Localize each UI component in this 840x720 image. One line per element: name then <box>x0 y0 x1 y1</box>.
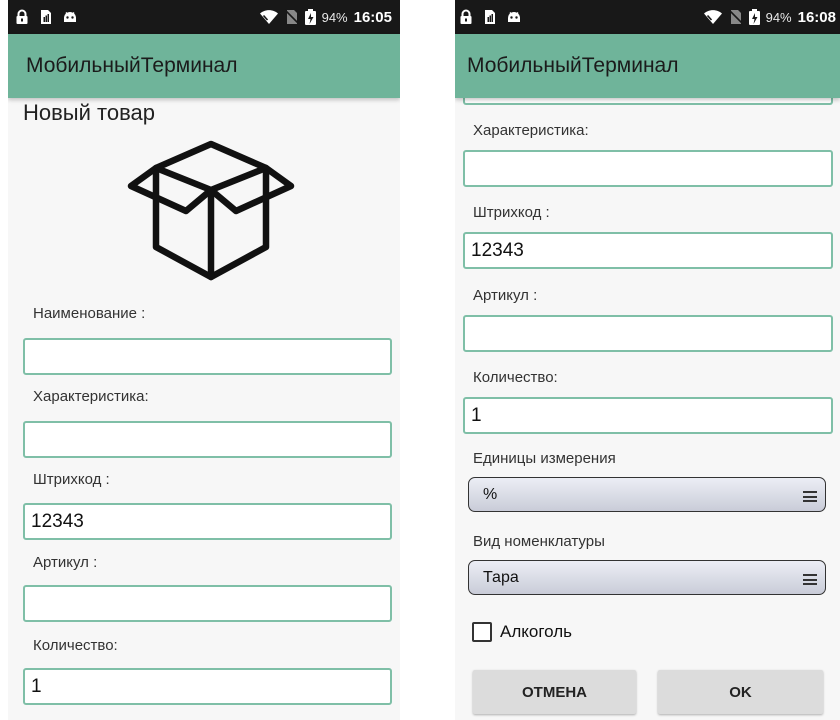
box-icon <box>127 140 295 281</box>
characteristic-label: Характеристика: <box>473 122 589 139</box>
no-sim-icon <box>284 9 299 25</box>
quantity-label: Количество: <box>473 369 558 386</box>
clock: 16:05 <box>353 8 392 26</box>
alcohol-checkbox[interactable] <box>472 622 492 642</box>
article-input[interactable] <box>23 585 392 622</box>
name-input[interactable] <box>23 338 392 375</box>
lock-icon <box>16 9 28 24</box>
lock-icon <box>460 9 472 24</box>
units-label: Единицы измерения <box>473 450 616 467</box>
alcohol-label[interactable]: Алкоголь <box>500 622 572 642</box>
wifi-icon <box>259 10 278 24</box>
quantity-input[interactable]: 1 <box>23 668 392 705</box>
characteristic-label: Характеристика: <box>33 388 149 405</box>
app-bar: МобильныйТерминал <box>8 34 400 98</box>
characteristic-input[interactable] <box>23 421 392 458</box>
barcode-input[interactable]: 12343 <box>23 503 392 540</box>
battery-percent: 94% <box>321 9 348 25</box>
article-label: Артикул : <box>33 554 98 571</box>
menu-icon <box>803 491 817 502</box>
units-select[interactable]: % <box>468 477 826 512</box>
battery-icon <box>748 9 760 25</box>
units-select-value: % <box>483 485 498 503</box>
clock: 16:08 <box>797 8 836 26</box>
quantity-label: Количество: <box>33 637 118 654</box>
app-bar: МобильныйТерминал <box>455 34 840 98</box>
nomenclature-select[interactable]: Тара <box>468 560 826 595</box>
battery-icon <box>304 9 316 25</box>
nomenclature-select-value: Тара <box>483 568 519 586</box>
cancel-button[interactable]: ОТМЕНА <box>473 670 636 714</box>
article-input[interactable] <box>463 315 833 352</box>
android-icon <box>508 12 520 22</box>
wifi-icon <box>703 10 722 24</box>
page-title: Новый товар <box>23 100 155 125</box>
app-title: МобильныйТерминал <box>467 54 679 77</box>
sim-icon <box>485 10 495 24</box>
screen-new-product-bottom: 94% 16:08 МобильныйТерминал Характеристи… <box>455 0 840 720</box>
barcode-label: Штрихкод : <box>473 204 550 221</box>
name-label: Наименование : <box>33 305 146 322</box>
status-bar: 94% 16:08 <box>455 0 840 34</box>
no-sim-icon <box>728 9 743 25</box>
barcode-input[interactable]: 12343 <box>463 232 833 269</box>
menu-icon <box>803 574 817 585</box>
article-label: Артикул : <box>473 287 538 304</box>
battery-percent: 94% <box>765 9 792 25</box>
screen-new-product-top: 94% 16:05 МобильныйТерминал Новый товар … <box>8 0 400 720</box>
quantity-input[interactable]: 1 <box>463 397 833 434</box>
barcode-label: Штрихкод : <box>33 471 110 488</box>
sim-icon <box>41 10 51 24</box>
nomenclature-label: Вид номенклатуры <box>473 533 605 550</box>
ok-button[interactable]: OK <box>658 670 823 714</box>
status-bar: 94% 16:05 <box>8 0 400 34</box>
app-title: МобильныйТерминал <box>26 54 238 77</box>
android-icon <box>64 12 76 22</box>
characteristic-input[interactable] <box>463 150 833 187</box>
